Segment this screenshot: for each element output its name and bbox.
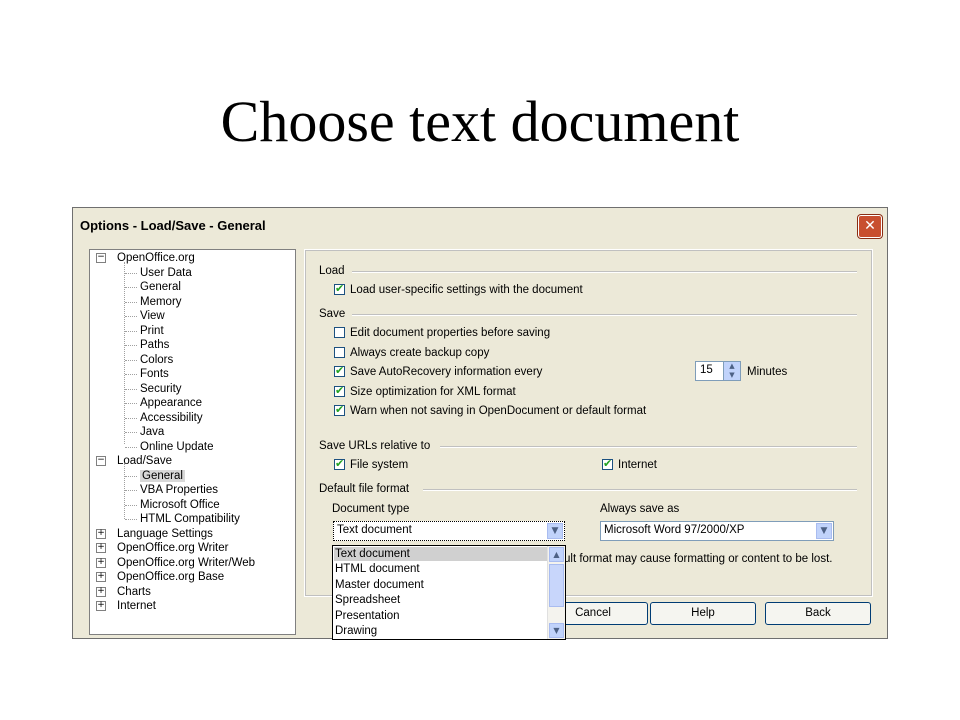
expand-icon[interactable]: + [96, 601, 106, 611]
close-icon: ✕ [864, 218, 876, 234]
edit-properties-label: Edit document properties before saving [350, 327, 551, 339]
expand-icon[interactable]: + [96, 572, 106, 582]
tree-item-online-update[interactable]: Online Update [140, 440, 214, 454]
document-type-value: Text document [337, 524, 412, 536]
help-button[interactable]: Help [650, 602, 756, 625]
warn-format-label: Warn when not saving in OpenDocument or … [350, 405, 647, 417]
tree-item-writer-web[interactable]: OpenOffice.org Writer/Web [117, 556, 255, 570]
check-icon: ✔ [335, 364, 345, 377]
dropdown-option-text-document[interactable]: Text document [334, 547, 547, 561]
internet-label: Internet [618, 459, 657, 471]
document-type-combo[interactable]: Text document ▼ [333, 521, 565, 541]
file-system-checkbox[interactable]: ✔ [334, 457, 345, 470]
check-icon: ✔ [335, 384, 345, 397]
expand-icon[interactable]: + [96, 558, 106, 568]
tree-item-security[interactable]: Security [140, 382, 182, 396]
document-type-dropdown-list[interactable]: Text document HTML document Master docum… [332, 545, 566, 640]
default-format-heading: Default file format [319, 483, 410, 495]
tree-item-memory[interactable]: Memory [140, 295, 182, 309]
tree-item-fonts[interactable]: Fonts [140, 367, 169, 381]
dropdown-option-master-document[interactable]: Master document [335, 578, 424, 592]
dropdown-option-html-document[interactable]: HTML document [335, 562, 420, 576]
collapse-icon[interactable]: − [96, 253, 106, 263]
expand-icon[interactable]: + [96, 529, 106, 539]
tree-item-language-settings[interactable]: Language Settings [117, 527, 213, 541]
autorecovery-label: Save AutoRecovery information every [350, 366, 543, 378]
tree-item-microsoft-office[interactable]: Microsoft Office [140, 498, 220, 512]
backup-copy-label: Always create backup copy [350, 347, 490, 359]
edit-properties-checkbox[interactable] [334, 327, 345, 338]
tree-item-vba-properties[interactable]: VBA Properties [140, 483, 218, 497]
spin-up-icon[interactable]: ▲ [724, 362, 740, 371]
tree-item-appearance[interactable]: Appearance [140, 396, 202, 410]
load-user-settings-label: Load user-specific settings with the doc… [350, 284, 583, 296]
always-save-label: Always save as [600, 503, 680, 515]
tree-item-paths[interactable]: Paths [140, 338, 169, 352]
spin-down-icon[interactable]: ▼ [724, 371, 740, 380]
expand-icon[interactable]: + [96, 587, 106, 597]
tree-item-view[interactable]: View [140, 309, 165, 323]
size-optimization-checkbox[interactable]: ✔ [334, 384, 345, 397]
tree-item-writer[interactable]: OpenOffice.org Writer [117, 541, 228, 555]
tree-item-charts[interactable]: Charts [117, 585, 151, 599]
tree-item-print[interactable]: Print [140, 324, 164, 338]
load-heading: Load [319, 265, 345, 277]
size-optimization-label: Size optimization for XML format [350, 386, 516, 398]
chevron-down-icon[interactable]: ▼ [547, 523, 563, 539]
scroll-down-icon[interactable]: ▼ [549, 623, 564, 638]
tree-item-html-compatibility[interactable]: HTML Compatibility [140, 512, 240, 526]
expand-icon[interactable]: + [96, 543, 106, 553]
tree-item-openoffice[interactable]: OpenOffice.org [117, 251, 195, 265]
tree-item-java[interactable]: Java [140, 425, 164, 439]
tree-item-base[interactable]: OpenOffice.org Base [117, 570, 224, 584]
tree-item-general[interactable]: General [140, 280, 181, 294]
save-urls-heading: Save URLs relative to [319, 440, 431, 452]
tree-item-internet[interactable]: Internet [117, 599, 156, 613]
dropdown-scrollbar[interactable]: ▲ ▼ [547, 546, 565, 639]
dialog-title: Options - Load/Save - General [80, 218, 266, 233]
options-dialog: Options - Load/Save - General ✕ − OpenOf… [72, 207, 888, 640]
load-user-settings-checkbox[interactable]: ✔ [334, 282, 345, 295]
backup-copy-checkbox[interactable] [334, 347, 345, 358]
autorecovery-checkbox[interactable]: ✔ [334, 364, 345, 377]
collapse-icon[interactable]: − [96, 456, 106, 466]
scroll-up-icon[interactable]: ▲ [549, 547, 564, 562]
document-type-label: Document type [332, 503, 410, 515]
check-icon: ✔ [335, 457, 345, 470]
tree-item-user-data[interactable]: User Data [140, 266, 192, 280]
slide-title: Choose text document [220, 89, 740, 154]
file-system-label: File system [350, 459, 409, 471]
always-save-combo[interactable]: Microsoft Word 97/2000/XP ▼ [600, 521, 834, 541]
autorecovery-minutes-spinner[interactable]: 15 ▲ ▼ [695, 361, 741, 381]
check-icon: ✔ [335, 403, 345, 416]
dropdown-option-drawing[interactable]: Drawing [335, 624, 377, 638]
always-save-value: Microsoft Word 97/2000/XP [604, 524, 745, 536]
dropdown-option-spreadsheet[interactable]: Spreadsheet [335, 593, 400, 607]
check-icon: ✔ [335, 282, 345, 295]
dialog-titlebar[interactable]: Options - Load/Save - General ✕ [73, 208, 887, 244]
warn-format-checkbox[interactable]: ✔ [334, 403, 345, 416]
save-heading: Save [319, 308, 346, 320]
format-warning-text: ult format may cause formatting or conte… [564, 553, 833, 565]
tree-item-load-save-general[interactable]: General [140, 469, 185, 483]
chevron-down-icon[interactable]: ▼ [816, 523, 832, 539]
tree-item-accessibility[interactable]: Accessibility [140, 411, 203, 425]
back-button[interactable]: Back [765, 602, 871, 625]
check-icon: ✔ [603, 457, 613, 470]
options-tree: − OpenOffice.org User Data General Memor… [89, 249, 296, 635]
minutes-value: 15 [700, 364, 713, 376]
dropdown-option-presentation[interactable]: Presentation [335, 609, 400, 623]
tree-item-load-save[interactable]: Load/Save [117, 454, 172, 468]
close-button[interactable]: ✕ [858, 215, 882, 238]
scroll-thumb[interactable] [549, 564, 564, 607]
internet-checkbox[interactable]: ✔ [602, 457, 613, 470]
minutes-label: Minutes [747, 366, 788, 378]
tree-item-colors[interactable]: Colors [140, 353, 173, 367]
